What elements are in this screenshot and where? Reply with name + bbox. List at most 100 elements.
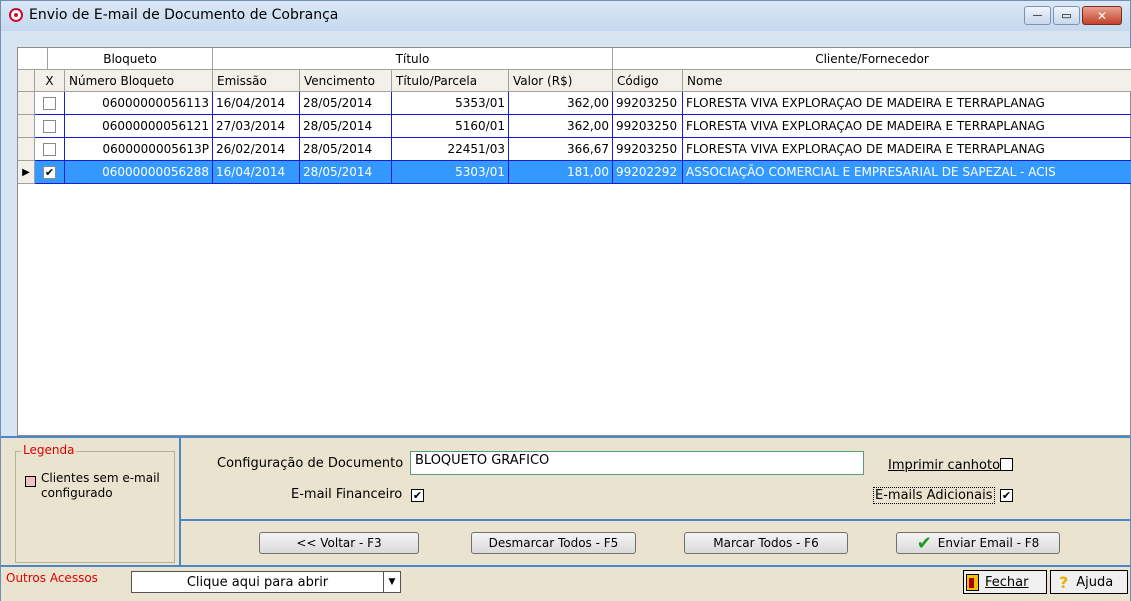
desmarcar-todos-button[interactable]: Desmarcar Todos - F5 xyxy=(471,532,636,554)
cell-emissao[interactable]: 26/02/2014 xyxy=(213,138,300,161)
divider xyxy=(181,519,1130,521)
config-documento-label: Configuração de Documento xyxy=(217,456,404,471)
maximize-button[interactable]: ▭ xyxy=(1053,6,1080,25)
legend-swatch xyxy=(25,476,36,487)
row-checkbox[interactable] xyxy=(43,142,56,156)
row-checkbox[interactable] xyxy=(43,96,56,110)
emails-adicionais-label: E-mails Adicionais xyxy=(873,487,995,504)
row-indicator[interactable]: ▶ xyxy=(18,161,35,184)
cell-nome[interactable]: FLORESTA VIVA EXPLORAÇAO DE MADEIRA E TE… xyxy=(683,115,1131,138)
cell-valor[interactable]: 181,00 xyxy=(509,161,613,184)
imprimir-canhoto-label: Imprimir canhoto xyxy=(888,458,1001,473)
email-financeiro-checkbox[interactable]: ✔ xyxy=(411,489,424,502)
checkmark-icon: ✔ xyxy=(916,532,932,554)
minimize-button[interactable]: — xyxy=(1024,6,1051,25)
cell-valor[interactable]: 366,67 xyxy=(509,138,613,161)
column-header-numero[interactable]: Número Bloqueto xyxy=(65,70,213,92)
emails-adicionais-checkbox[interactable]: ✔ xyxy=(1000,489,1013,502)
main-window: Envio de E-mail de Documento de Cobrança… xyxy=(0,0,1131,601)
divider xyxy=(1,436,1130,438)
cell-nome[interactable]: FLORESTA VIVA EXPLORAÇAO DE MADEIRA E TE… xyxy=(683,138,1131,161)
row-select-cell[interactable] xyxy=(35,115,65,138)
outros-acessos-label: Outros Acessos xyxy=(6,571,98,585)
cell-valor[interactable]: 362,00 xyxy=(509,92,613,115)
minimize-icon: — xyxy=(1032,10,1043,21)
voltar-label: << Voltar - F3 xyxy=(296,536,382,550)
group-header-bloqueto: Bloqueto xyxy=(48,48,213,70)
chevron-down-icon[interactable]: ▼ xyxy=(383,572,400,592)
group-header-titulo: Título xyxy=(213,48,613,70)
column-header-parcela[interactable]: Título/Parcela xyxy=(392,70,509,92)
cell-emissao[interactable]: 16/04/2014 xyxy=(213,92,300,115)
question-icon: ? xyxy=(1059,572,1069,592)
legend-group xyxy=(15,451,175,563)
enviar-label: Enviar Email - F8 xyxy=(937,536,1040,550)
column-header-emissao[interactable]: Emissão xyxy=(213,70,300,92)
title-bar[interactable]: Envio de E-mail de Documento de Cobrança… xyxy=(1,1,1130,31)
marcar-todos-button[interactable]: Marcar Todos - F6 xyxy=(684,532,848,554)
cell-parcela[interactable]: 5353/01 xyxy=(392,92,509,115)
cell-vencimento[interactable]: 28/05/2014 xyxy=(300,92,392,115)
cell-nome[interactable]: ASSOCIAÇÃO COMERCIAL E EMPRESARIAL DE SA… xyxy=(683,161,1131,184)
row-checkbox[interactable] xyxy=(43,119,56,133)
cell-numero[interactable]: 06000000056113 xyxy=(65,92,213,115)
app-icon xyxy=(9,8,23,22)
cell-valor[interactable]: 362,00 xyxy=(509,115,613,138)
window-controls: — ▭ ✕ xyxy=(1022,6,1122,25)
window-title: Envio de E-mail de Documento de Cobrança xyxy=(29,7,339,23)
row-indicator[interactable] xyxy=(18,115,35,138)
cell-codigo[interactable]: 99202292 xyxy=(613,161,683,184)
email-financeiro-label: E-mail Financeiro xyxy=(291,487,403,502)
column-header-x[interactable]: X xyxy=(35,70,65,92)
cell-emissao[interactable]: 16/04/2014 xyxy=(213,161,300,184)
legend-item-label: Clientes sem e-mail configurado xyxy=(41,471,160,500)
column-header-nome[interactable]: Nome xyxy=(683,70,1131,92)
cell-vencimento[interactable]: 28/05/2014 xyxy=(300,138,392,161)
marcar-label: Marcar Todos - F6 xyxy=(713,536,819,550)
outros-acessos-combo[interactable]: Clique aqui para abrir ▼ xyxy=(131,571,401,593)
grid-corner xyxy=(18,48,48,70)
cell-parcela[interactable]: 22451/03 xyxy=(392,138,509,161)
close-icon: ✕ xyxy=(1096,8,1108,23)
cell-emissao[interactable]: 27/03/2014 xyxy=(213,115,300,138)
row-indicator-header xyxy=(18,70,35,92)
door-icon xyxy=(966,573,979,591)
cell-numero[interactable]: 06000000056121 xyxy=(65,115,213,138)
column-header-vencimento[interactable]: Vencimento xyxy=(300,70,392,92)
desmarcar-label: Desmarcar Todos - F5 xyxy=(488,536,619,550)
divider xyxy=(1,565,1130,567)
row-select-cell[interactable] xyxy=(35,92,65,115)
enviar-email-button[interactable]: ✔ Enviar Email - F8 xyxy=(896,532,1060,554)
divider xyxy=(179,438,181,566)
cell-codigo[interactable]: 99203250 xyxy=(613,92,683,115)
row-indicator[interactable] xyxy=(18,92,35,115)
column-header-codigo[interactable]: Código xyxy=(613,70,683,92)
cell-vencimento[interactable]: 28/05/2014 xyxy=(300,115,392,138)
cell-nome[interactable]: FLORESTA VIVA EXPLORAÇAO DE MADEIRA E TE… xyxy=(683,92,1131,115)
combo-value: Clique aqui para abrir xyxy=(186,574,329,590)
ajuda-button[interactable]: ? Ajuda xyxy=(1050,570,1128,594)
cell-parcela[interactable]: 5303/01 xyxy=(392,161,509,184)
column-header-valor[interactable]: Valor (R$) xyxy=(509,70,613,92)
close-button[interactable]: ✕ xyxy=(1082,6,1122,25)
cell-parcela[interactable]: 5160/01 xyxy=(392,115,509,138)
row-select-cell[interactable]: ✔ xyxy=(35,161,65,184)
row-checkbox[interactable]: ✔ xyxy=(43,165,56,179)
imprimir-canhoto-checkbox[interactable] xyxy=(1000,458,1013,471)
ajuda-label: Ajuda xyxy=(1076,574,1114,590)
config-documento-field[interactable]: BLOQUETO GRAFICO xyxy=(410,451,864,475)
row-indicator[interactable] xyxy=(18,138,35,161)
group-header-cliente: Cliente/Fornecedor xyxy=(613,48,1131,70)
maximize-icon: ▭ xyxy=(1061,9,1072,22)
cell-numero[interactable]: 0600000005613P xyxy=(65,138,213,161)
bloqueto-grid[interactable]: Bloqueto Título Cliente/Fornecedor X Núm… xyxy=(17,47,1131,436)
cell-codigo[interactable]: 99203250 xyxy=(613,138,683,161)
cell-vencimento[interactable]: 28/05/2014 xyxy=(300,161,392,184)
cell-numero[interactable]: 06000000056288 xyxy=(65,161,213,184)
fechar-label: Fechar xyxy=(985,574,1029,590)
legend-title: Legenda xyxy=(21,443,77,457)
cell-codigo[interactable]: 99203250 xyxy=(613,115,683,138)
row-select-cell[interactable] xyxy=(35,138,65,161)
voltar-button[interactable]: << Voltar - F3 xyxy=(259,532,419,554)
fechar-button[interactable]: Fechar xyxy=(963,570,1047,594)
